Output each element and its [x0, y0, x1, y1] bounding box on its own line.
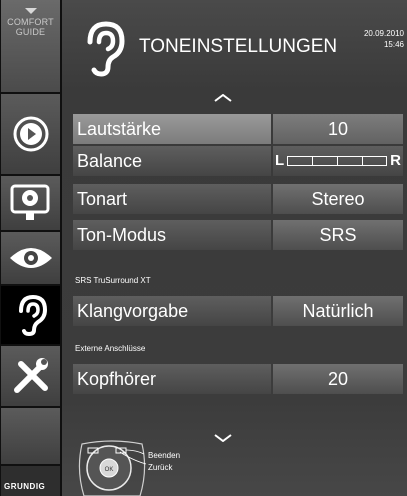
- balance-right-mark: R: [390, 152, 401, 169]
- eye-icon: [9, 248, 52, 268]
- remote-control-icon: OK: [78, 440, 147, 496]
- sidebar-item-empty: [1, 408, 60, 464]
- triangle-down-icon: [24, 8, 37, 14]
- menu-row-volume[interactable]: Lautstärke 10: [73, 114, 403, 144]
- sidebar-item-view[interactable]: [1, 232, 60, 284]
- ear-icon: [18, 294, 47, 337]
- balance-label: Balance: [73, 146, 271, 176]
- scroll-up-icon[interactable]: [214, 94, 232, 102]
- sound-type-value[interactable]: Stereo: [273, 184, 403, 214]
- headphones-label: Kopfhörer: [73, 364, 271, 394]
- date-label: 20.09.2010: [363, 29, 404, 38]
- menu-row-sound-mode[interactable]: Ton-Modus SRS: [73, 220, 403, 250]
- comfort-guide-line1: COMFORT: [7, 17, 54, 27]
- menu-row-sound-type[interactable]: Tonart Stereo: [73, 184, 403, 214]
- balance-slider[interactable]: L R: [273, 146, 403, 176]
- headphones-value[interactable]: 20: [273, 364, 403, 394]
- sidebar-item-source[interactable]: [1, 94, 60, 174]
- ear-icon: [87, 21, 125, 77]
- menu-row-sound-preset[interactable]: Klangvorgabe Natürlich: [73, 296, 403, 326]
- volume-value[interactable]: 10: [273, 114, 403, 144]
- volume-label: Lautstärke: [73, 114, 271, 144]
- comfort-guide-line2: GUIDE: [15, 27, 46, 37]
- balance-center-tick: [337, 157, 338, 165]
- play-circle-icon: [13, 116, 48, 152]
- sound-type-label: Tonart: [73, 184, 271, 214]
- menu-row-headphones[interactable]: Kopfhörer 20: [73, 364, 403, 394]
- comfort-guide-label: COMFORT GUIDE: [7, 17, 54, 37]
- scroll-down-icon[interactable]: [214, 434, 232, 442]
- sidebar: COMFORT GUIDE GRUNDIG: [0, 0, 62, 496]
- tv-settings-icon: [10, 184, 49, 220]
- balance-tick: [312, 157, 313, 165]
- sidebar-item-picture[interactable]: [1, 176, 60, 230]
- balance-tick: [362, 157, 363, 165]
- date-time: 20.09.2010 15:46: [364, 28, 404, 50]
- main-panel: TONEINSTELLUNGEN 20.09.2010 15:46 Lautst…: [62, 0, 407, 496]
- page-title: TONEINSTELLUNGEN: [139, 36, 338, 57]
- comfort-guide-button[interactable]: COMFORT GUIDE: [1, 0, 60, 92]
- brand-logo: GRUNDIG: [1, 466, 60, 496]
- tools-icon: [13, 358, 48, 393]
- sidebar-item-sound[interactable]: [1, 286, 60, 344]
- section-external-heading: Externe Anschlüsse: [75, 344, 146, 353]
- time-label: 15:46: [383, 40, 404, 49]
- sound-preset-value[interactable]: Natürlich: [273, 296, 403, 326]
- section-srs-heading: SRS TruSurround XT: [75, 276, 151, 285]
- exit-hint: Beenden: [148, 451, 181, 460]
- back-hint: Zurück: [148, 463, 173, 472]
- balance-track: [287, 156, 387, 166]
- sound-mode-label: Ton-Modus: [73, 220, 271, 250]
- ok-button-label: OK: [105, 467, 114, 473]
- brand-label: GRUNDIG: [4, 482, 46, 491]
- menu-row-balance[interactable]: Balance L R: [73, 146, 403, 176]
- sound-mode-value[interactable]: SRS: [273, 220, 403, 250]
- sound-preset-label: Klangvorgabe: [73, 296, 271, 326]
- balance-left-mark: L: [275, 152, 285, 169]
- sidebar-item-tools[interactable]: [1, 346, 60, 406]
